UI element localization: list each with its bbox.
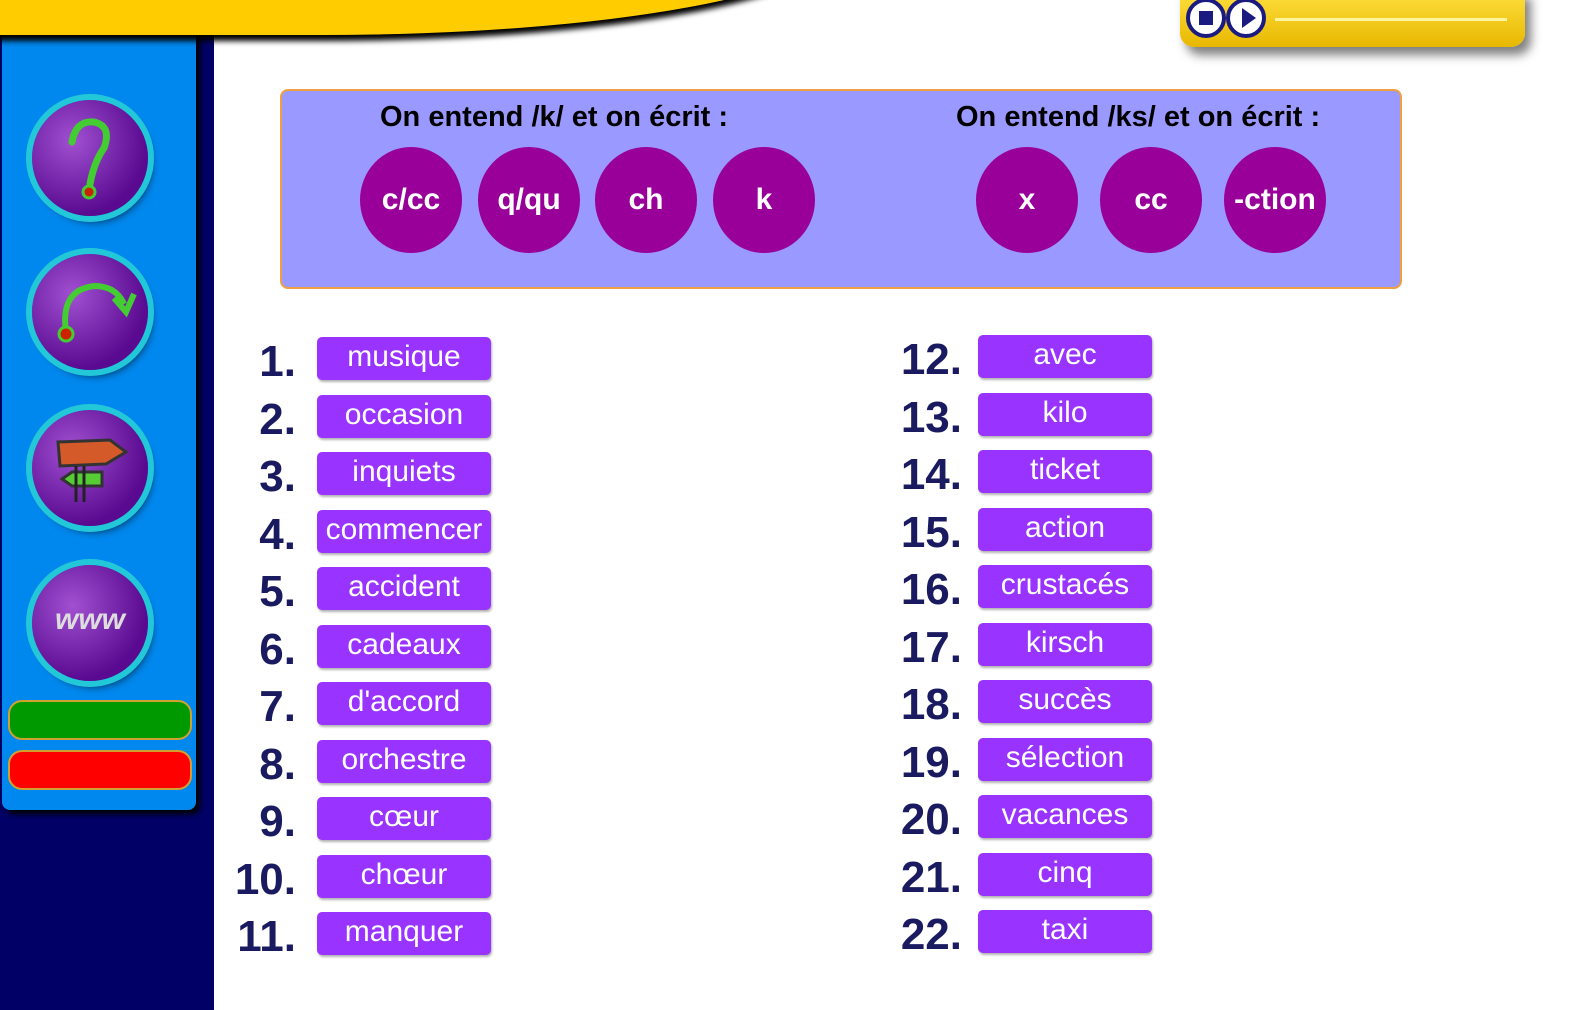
progress-track[interactable] [1275, 18, 1507, 21]
word-number: 22. [900, 910, 962, 959]
word-number: 14. [900, 450, 962, 499]
word-drop-target[interactable]: avec [978, 335, 1152, 378]
title-banner [0, 0, 840, 35]
k-sound-title: On entend /k/ et on écrit : [380, 101, 729, 133]
word-drop-target[interactable]: commencer [317, 509, 491, 553]
word-number: 6. [259, 624, 296, 674]
word-drop-target[interactable]: ticket [978, 450, 1152, 493]
word-drop-target[interactable]: sélection [978, 737, 1152, 781]
word-drop-target[interactable]: d'accord [317, 682, 491, 725]
restart-button[interactable] [32, 254, 148, 370]
word-drop-target[interactable]: manquer [317, 912, 491, 955]
word-number: 9. [259, 797, 296, 846]
word-number: 11. [237, 912, 296, 961]
www-icon: www [54, 603, 125, 636]
word-drop-target[interactable]: accident [317, 567, 491, 610]
k-option-circle[interactable]: ch [595, 147, 697, 253]
k-option-circle[interactable]: q/qu [478, 147, 580, 253]
k-option-circle[interactable]: c/cc [360, 147, 462, 253]
word-number: 3. [259, 452, 296, 501]
word-number: 19. [900, 737, 962, 787]
word-number: 5. [259, 567, 296, 616]
answer-panel: On entend /k/ et on écrit : On entend /k… [280, 89, 1402, 289]
sidebar: www [2, 20, 196, 810]
play-icon [1242, 8, 1256, 28]
word-number: 18. [900, 680, 962, 729]
ks-option-circle[interactable]: cc [1100, 147, 1202, 253]
word-drop-target[interactable]: kirsch [978, 622, 1152, 666]
word-number: 21. [900, 852, 962, 902]
word-drop-target[interactable]: occasion [317, 394, 491, 438]
word-drop-target[interactable]: orchestre [317, 739, 491, 783]
word-drop-target[interactable]: kilo [978, 392, 1152, 436]
word-drop-target[interactable]: action [978, 507, 1152, 551]
word-number: 8. [259, 739, 296, 789]
word-number: 4. [259, 509, 296, 559]
word-number: 1. [259, 337, 296, 386]
ks-option-circle[interactable]: x [976, 147, 1078, 253]
validate-button[interactable] [8, 700, 192, 740]
word-number: 20. [900, 795, 962, 844]
ks-sound-title: On entend /ks/ et on écrit : [956, 101, 1321, 133]
word-drop-target[interactable]: cinq [978, 852, 1152, 896]
word-number: 10. [234, 854, 296, 904]
help-button[interactable] [32, 100, 148, 216]
play-button[interactable] [1226, 0, 1266, 38]
k-option-circle[interactable]: k [713, 147, 815, 253]
ks-option-circle[interactable]: -ction [1224, 147, 1326, 253]
word-drop-target[interactable]: succès [978, 680, 1152, 723]
word-number: 2. [259, 394, 296, 444]
word-drop-target[interactable]: cadeaux [317, 624, 491, 668]
word-drop-target[interactable]: chœur [317, 854, 491, 898]
word-drop-target[interactable]: taxi [978, 910, 1152, 953]
word-drop-target[interactable]: inquiets [317, 452, 491, 495]
signpost-icon [56, 438, 129, 502]
word-drop-target[interactable]: crustacés [978, 565, 1152, 608]
stop-icon [1199, 11, 1213, 25]
word-number: 16. [900, 565, 962, 614]
word-drop-target[interactable]: vacances [978, 795, 1152, 838]
help-icon [68, 118, 110, 200]
word-drop-target[interactable]: cœur [317, 797, 491, 840]
word-number: 12. [900, 335, 962, 384]
stop-button[interactable] [1186, 0, 1226, 38]
word-number: 7. [259, 682, 296, 731]
word-number: 13. [900, 392, 962, 442]
www-button[interactable]: www [32, 565, 148, 681]
navigation-button[interactable] [32, 410, 148, 526]
restart-arrow-icon [57, 282, 137, 343]
cancel-button[interactable] [8, 750, 192, 790]
word-drop-target[interactable]: musique [317, 337, 491, 380]
word-number: 17. [900, 622, 962, 672]
audio-player [1180, 0, 1525, 47]
word-number: 15. [900, 507, 962, 557]
